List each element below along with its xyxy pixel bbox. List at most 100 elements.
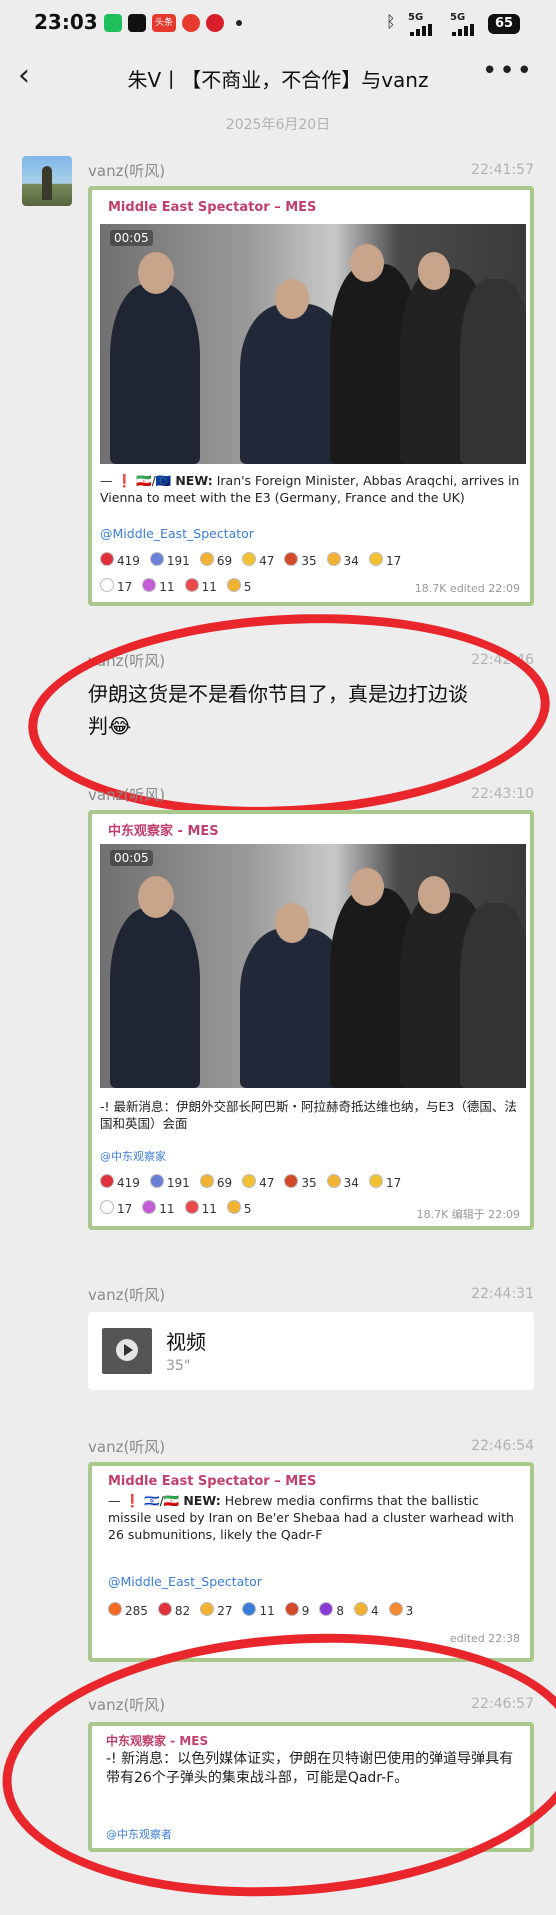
message-time: 22:41:57 bbox=[471, 162, 534, 178]
reaction-chip[interactable]: 4 bbox=[354, 1602, 379, 1618]
reaction-chip[interactable]: 17 bbox=[368, 552, 401, 568]
forwarded-card[interactable]: Middle East Spectator – MES 00:05 — ❗ 🇮🇷… bbox=[88, 186, 534, 606]
reaction-emoji-icon bbox=[368, 552, 383, 566]
reaction-chip[interactable]: 9 bbox=[284, 1602, 310, 1618]
reaction-chip[interactable]: 11 bbox=[184, 578, 217, 594]
reaction-count: 191 bbox=[166, 554, 190, 568]
reaction-emoji-icon bbox=[354, 1602, 369, 1616]
message-time: 22:44:31 bbox=[471, 1286, 534, 1302]
toutiao-app-icon: 头条 bbox=[152, 14, 176, 32]
reaction-emoji-icon bbox=[199, 552, 214, 566]
reaction-chip[interactable]: 82 bbox=[157, 1602, 191, 1618]
reaction-chip[interactable]: 11 bbox=[142, 1200, 175, 1216]
reaction-count: 47 bbox=[259, 554, 275, 568]
view-count: edited 22:38 bbox=[449, 1632, 520, 1645]
signal-icon bbox=[410, 24, 432, 36]
video-duration: 35" bbox=[166, 1358, 191, 1374]
message-time: 22:46:54 bbox=[471, 1438, 534, 1454]
reaction-chip[interactable]: 3 bbox=[388, 1602, 414, 1618]
reaction-chip[interactable]: 35 bbox=[284, 1174, 317, 1190]
reaction-count: 35 bbox=[301, 1176, 317, 1190]
reaction-emoji-icon bbox=[326, 1174, 341, 1188]
reaction-count: 191 bbox=[166, 1176, 190, 1190]
reaction-chip[interactable]: 11 bbox=[142, 578, 175, 594]
reaction-emoji-icon bbox=[388, 1602, 403, 1616]
channel-handle[interactable]: @Middle_East_Spectator bbox=[100, 526, 254, 541]
sender-name: vanz(听风) bbox=[88, 786, 166, 804]
reaction-count: 35 bbox=[301, 554, 317, 568]
card-caption: — ❗ 🇮🇷/🇪🇺 NEW: Iran's Foreign Minister, … bbox=[100, 473, 520, 505]
more-dots-icon[interactable]: ••• bbox=[482, 56, 534, 86]
reaction-chip[interactable]: 191 bbox=[149, 552, 190, 568]
video-message[interactable]: 视频 35" bbox=[88, 1312, 534, 1390]
channel-handle[interactable]: @Middle_East_Spectator bbox=[108, 1574, 262, 1589]
reaction-count: 34 bbox=[343, 554, 359, 568]
reaction-chip[interactable]: 5 bbox=[226, 578, 251, 594]
card-caption: — ❗ 🇮🇱/🇮🇷 NEW: Hebrew media confirms tha… bbox=[108, 1493, 514, 1542]
reaction-count: 17 bbox=[117, 580, 133, 594]
reaction-chip[interactable]: 17 bbox=[100, 578, 132, 594]
message-time: 22:43:10 bbox=[471, 786, 534, 802]
card-caption: -! 最新消息：伊朗外交部长阿巴斯・阿拉赫奇抵达维也纳，与E3（德国、法国和英国… bbox=[100, 1099, 517, 1131]
play-icon bbox=[116, 1339, 138, 1361]
video-thumbnail[interactable]: 00:05 bbox=[100, 844, 526, 1088]
video-time: 00:05 bbox=[110, 850, 153, 866]
signal-icon-2 bbox=[452, 24, 474, 36]
reaction-count: 82 bbox=[174, 1604, 191, 1618]
chat-header: ‹ 朱V丨【不商业，不合作】与vanz ••• bbox=[0, 48, 556, 104]
battery-icon: 65 bbox=[488, 14, 520, 34]
reaction-chip[interactable]: 47 bbox=[242, 1174, 274, 1190]
reaction-emoji-icon bbox=[200, 1602, 215, 1616]
reaction-emoji-icon bbox=[226, 1200, 241, 1214]
reaction-chip[interactable]: 419 bbox=[100, 552, 140, 568]
reaction-chip[interactable]: 285 bbox=[108, 1602, 148, 1618]
forwarded-card[interactable]: Middle East Spectator – MES — ❗ 🇮🇱/🇮🇷 NE… bbox=[88, 1462, 534, 1662]
video-thumbnail[interactable]: 00:05 bbox=[100, 224, 526, 464]
reaction-count: 47 bbox=[259, 1176, 275, 1190]
reaction-chip[interactable]: 8 bbox=[319, 1602, 344, 1618]
reaction-count: 419 bbox=[117, 1176, 140, 1190]
reaction-emoji-icon bbox=[284, 552, 299, 566]
reaction-count: 9 bbox=[301, 1604, 310, 1618]
reaction-emoji-icon bbox=[142, 1200, 157, 1214]
reaction-chip[interactable]: 5 bbox=[226, 1200, 251, 1216]
status-bar: 23:03 头条 ᛒ 5G 5G 65 bbox=[0, 0, 556, 48]
reaction-chip[interactable]: 17 bbox=[368, 1174, 401, 1190]
reaction-emoji-icon bbox=[142, 578, 157, 592]
reaction-emoji-icon bbox=[242, 552, 257, 566]
reaction-emoji-icon bbox=[108, 1602, 122, 1616]
reaction-emoji-icon bbox=[149, 1174, 164, 1188]
forwarded-card[interactable]: 中东观察家 - MES 00:05 -! 最新消息：伊朗外交部长阿巴斯・阿拉赫奇… bbox=[88, 810, 534, 1230]
reaction-chip[interactable]: 419 bbox=[100, 1174, 140, 1190]
reaction-chip[interactable]: 17 bbox=[100, 1200, 132, 1216]
reaction-chip[interactable]: 34 bbox=[326, 1174, 359, 1190]
tiktok-app-icon bbox=[128, 14, 146, 32]
reaction-chip[interactable]: 27 bbox=[200, 1602, 232, 1618]
reaction-emoji-icon bbox=[326, 552, 341, 566]
reaction-chip[interactable]: 11 bbox=[184, 1200, 217, 1216]
reaction-emoji-icon bbox=[242, 1602, 257, 1616]
reaction-chip[interactable]: 35 bbox=[284, 552, 317, 568]
reaction-chip[interactable]: 191 bbox=[149, 1174, 190, 1190]
reaction-chip[interactable]: 69 bbox=[199, 1174, 233, 1190]
card-source: 中东观察家 - MES bbox=[108, 824, 219, 839]
view-count: 18.7K edited 22:09 bbox=[414, 582, 520, 595]
reaction-count: 69 bbox=[216, 554, 233, 568]
red-app-icon bbox=[182, 14, 200, 32]
reaction-chip[interactable]: 34 bbox=[326, 552, 359, 568]
reaction-count: 11 bbox=[201, 1202, 217, 1216]
avatar[interactable] bbox=[22, 156, 72, 206]
chevron-left-icon[interactable]: ‹ bbox=[18, 58, 30, 93]
reaction-count: 69 bbox=[216, 1176, 233, 1190]
channel-handle[interactable]: @中东观察家 bbox=[100, 1148, 166, 1164]
reaction-chip[interactable]: 11 bbox=[242, 1602, 275, 1618]
reaction-count: 285 bbox=[125, 1604, 148, 1618]
reaction-count: 3 bbox=[405, 1604, 414, 1618]
annotation-circle bbox=[0, 1615, 556, 1915]
reactions-row: 17 11 11 5 bbox=[100, 578, 430, 594]
reaction-chip[interactable]: 69 bbox=[199, 552, 233, 568]
reaction-chip[interactable]: 47 bbox=[242, 552, 274, 568]
reaction-emoji-icon bbox=[284, 1174, 299, 1188]
reaction-emoji-icon bbox=[100, 1174, 114, 1188]
reaction-count: 34 bbox=[343, 1176, 359, 1190]
